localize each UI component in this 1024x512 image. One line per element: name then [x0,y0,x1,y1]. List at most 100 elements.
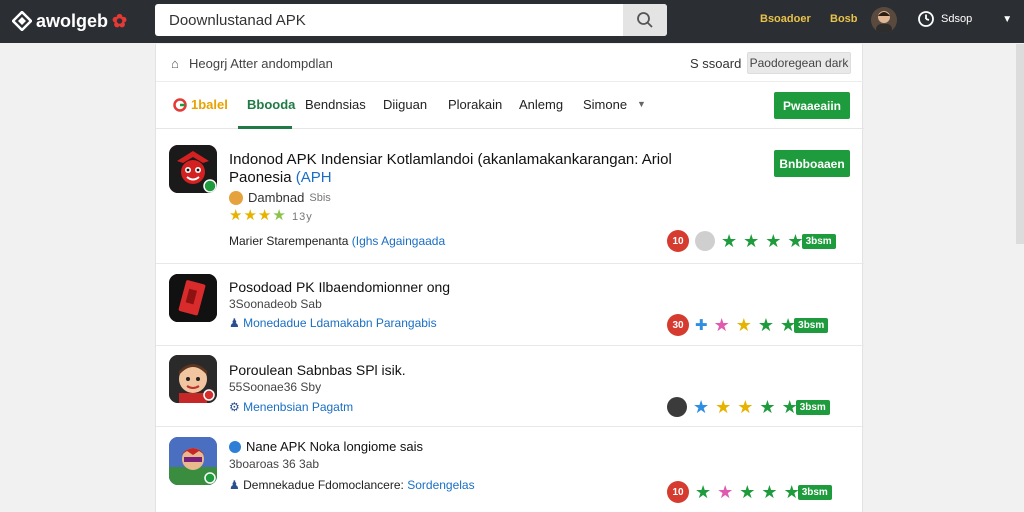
app-description: Marier Starempenanta (Ighs Againgaada [229,234,446,248]
star-icon: ★ [761,482,778,502]
score-badge: 3bsm [795,399,830,415]
score-badge: 3bsm [797,484,832,500]
app-meta: 3boaroas 36 3ab [229,457,320,471]
active-tab-indicator [238,126,292,129]
avatar-face-icon [876,11,892,33]
logo-flower-icon: ✿ [112,11,128,31]
logo-text: awolgeb [36,10,109,31]
search-icon [637,12,653,28]
star-icon: ★ [737,397,754,417]
list-item[interactable]: Posodoad PK Ilbaendomionner ong 3Soonade… [156,265,864,346]
star-icon: ★ [715,397,732,417]
star-icon: ★ [713,315,730,335]
rank-badge: 10 [667,230,689,252]
score-badge: 3bsm [801,233,836,249]
tab-active[interactable]: Bbooda [247,97,295,112]
search-bar [155,4,667,36]
reviewer-avatar [695,231,715,251]
app-hero-icon [169,437,217,485]
breadcrumb-text[interactable]: Heogrj Atter andompdlan [189,56,333,71]
brand-g-icon [173,97,187,112]
user-menu-label: Sdsop [941,13,973,25]
rating-strip: 10 ★ ★ ★ ★ 3bsm [667,230,836,252]
chevron-down-icon: ▼ [1002,13,1013,25]
meta-text: Sbis [309,191,331,204]
tab-4[interactable]: Plorakain [448,97,502,112]
app-title[interactable]: Poroulean Sabnbas SPl isik. [229,361,406,379]
developer-name[interactable]: Dambnad [248,190,304,205]
reviewer-avatar [667,397,687,417]
tab-6[interactable]: Simone [583,97,627,112]
list-item[interactable]: Poroulean Sabnbas SPl isik. 55Soonae36 S… [156,347,864,427]
top-link-primary[interactable]: Bsoadoer [760,13,811,25]
user-avatar[interactable] [871,7,897,33]
list-item[interactable]: Indonod APK Indensiar Kotlamlandoi (akan… [156,130,864,264]
app-title[interactable]: Posodoad PK Ilbaendomionner ong [229,278,450,296]
star-icon: ★ [765,231,782,251]
app-title[interactable]: Nane APK Noka longiome sais [229,438,423,456]
app-category-link[interactable]: (Ighs Againgaada [352,234,445,248]
verified-icon [229,441,241,453]
sort-label[interactable]: S ssoard [690,56,741,71]
tab-5[interactable]: Anlemg [519,97,563,112]
star-icon: ★ [757,315,774,335]
category-icon: ♟ [229,478,240,492]
app-icon[interactable] [169,145,217,193]
developer-line: Dambnad Sbis [229,190,331,205]
category-tabs: 1balel Bbooda Bendnsias Diiguan Plorakai… [156,83,864,129]
logo-diamond-icon [12,11,32,31]
breadcrumb: ⌂ Heogrj Atter andompdlan S ssoard Paodo… [156,44,864,82]
star-icon: ★ [717,482,734,502]
app-meta: 3Soonadeob Sab [229,297,322,311]
category-icon: ♟ [229,316,240,330]
app-type-label: (APH [295,169,332,186]
score-badge: 3bsm [794,317,829,333]
scrollbar[interactable] [1016,44,1024,244]
star-icon: ★ [695,482,712,502]
app-title-line-1[interactable]: Indonod APK Indensiar Kotlamlandoi (akan… [229,151,672,169]
tab-action-button[interactable]: Pwaaeaiin [774,92,850,119]
app-icon[interactable] [169,437,217,485]
content-panel: ⌂ Heogrj Atter andompdlan S ssoard Paodo… [155,44,864,512]
app-mascot-icon [169,145,217,193]
app-description: ⚙ Menenbsian Pagatm [229,400,354,414]
review-count: 13y [291,211,313,223]
app-title-line-2[interactable]: Paonesia (APH [229,169,332,187]
app-character-icon [169,355,217,403]
top-bar: awolgeb ✿ Bsoadoer Bosb Sdsop ▼ [0,0,1024,43]
app-category-link[interactable]: Sordengelas [407,478,474,492]
star-icon: ★ [759,397,776,417]
developer-avatar-icon [229,190,243,205]
user-menu[interactable]: Sdsop ▼ [917,10,1012,28]
app-description: ♟ Monedadue Ldamakabn Parangabis [229,316,437,330]
app-icon[interactable] [169,355,217,403]
rating-strip: 10 ★ ★ ★ ★ ★ 3bsm [667,481,832,503]
search-button[interactable] [623,4,667,36]
rating-strip: ★ ★ ★ ★ ★ 3bsm [667,397,830,417]
star-icon: ★ [721,231,738,251]
rank-badge: 10 [667,481,689,503]
chevron-down-icon[interactable]: ▼ [637,99,646,109]
tab-3[interactable]: Diiguan [383,97,427,112]
star-icon: ★ [693,397,710,417]
star-icon: ★ [739,482,756,502]
top-link-secondary[interactable]: Bosb [830,13,858,25]
rank-badge: 30 [667,314,689,336]
download-button[interactable]: Bnbboaaen [774,150,850,177]
star-icon: ★ [735,315,752,335]
tab-2[interactable]: Bendnsias [305,97,366,112]
clock-icon [918,11,934,27]
app-description: ♟ Demnekadue Fdomoclancere: Sordengelas [229,478,475,492]
theme-button[interactable]: Paodoregean dark [747,52,851,74]
app-card-icon [169,274,217,322]
rating-strip: 30 ✚ ★ ★ ★ ★ 3bsm [667,314,829,336]
home-icon[interactable]: ⌂ [171,56,179,71]
category-icon: ⚙ [229,400,240,414]
tab-brand[interactable]: 1balel [173,97,228,112]
app-meta: 55Soonae36 Sby [229,380,322,394]
site-logo[interactable]: awolgeb ✿ [12,9,127,33]
star-icon: ★ [743,231,760,251]
app-icon[interactable] [169,274,217,322]
search-input[interactable] [155,4,623,36]
gift-icon: ✚ [695,317,708,334]
